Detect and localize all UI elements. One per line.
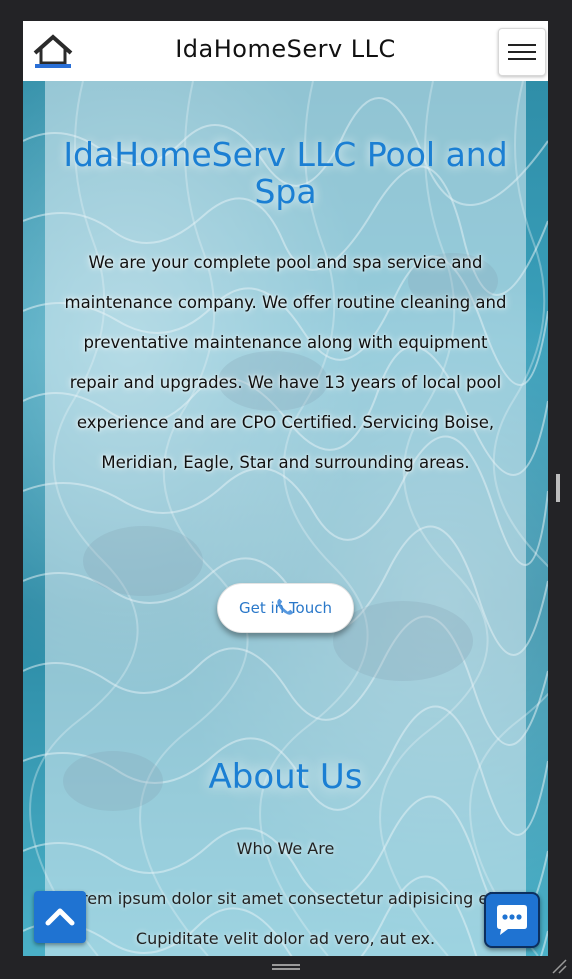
about-us-heading: About Us xyxy=(208,757,363,797)
get-in-touch-button[interactable]: Get in Touch xyxy=(217,583,354,633)
bottom-resize-handle[interactable] xyxy=(272,964,300,970)
hamburger-menu-icon xyxy=(508,58,536,60)
about-us-body: Lorem ipsum dolor sit amet consectetur a… xyxy=(62,889,509,948)
chat-bubble-icon xyxy=(497,905,527,935)
hero-title: IdaHomeServ LLC Pool and Spa xyxy=(63,135,508,211)
side-resize-handle[interactable] xyxy=(556,474,560,502)
chat-button[interactable] xyxy=(484,892,540,948)
top-navigation-bar: IdaHomeServ LLC xyxy=(23,21,548,81)
hero-description: We are your complete pool and spa servic… xyxy=(64,253,507,472)
phone-viewport: IdaHomeServ LLC IdaHomeServ LLC Pool and… xyxy=(23,21,548,956)
hamburger-menu-button[interactable] xyxy=(498,28,546,76)
hamburger-menu-icon xyxy=(508,44,536,46)
hamburger-menu-icon xyxy=(508,51,536,53)
content-overlay-panel xyxy=(45,81,526,956)
phone-icon xyxy=(277,598,294,615)
corner-resize-grip-icon[interactable] xyxy=(551,958,567,974)
site-title[interactable]: IdaHomeServ LLC xyxy=(23,35,548,63)
about-us-subtitle: Who We Are xyxy=(236,839,335,858)
chevron-up-icon xyxy=(45,908,75,926)
scroll-to-top-button[interactable] xyxy=(34,891,86,943)
